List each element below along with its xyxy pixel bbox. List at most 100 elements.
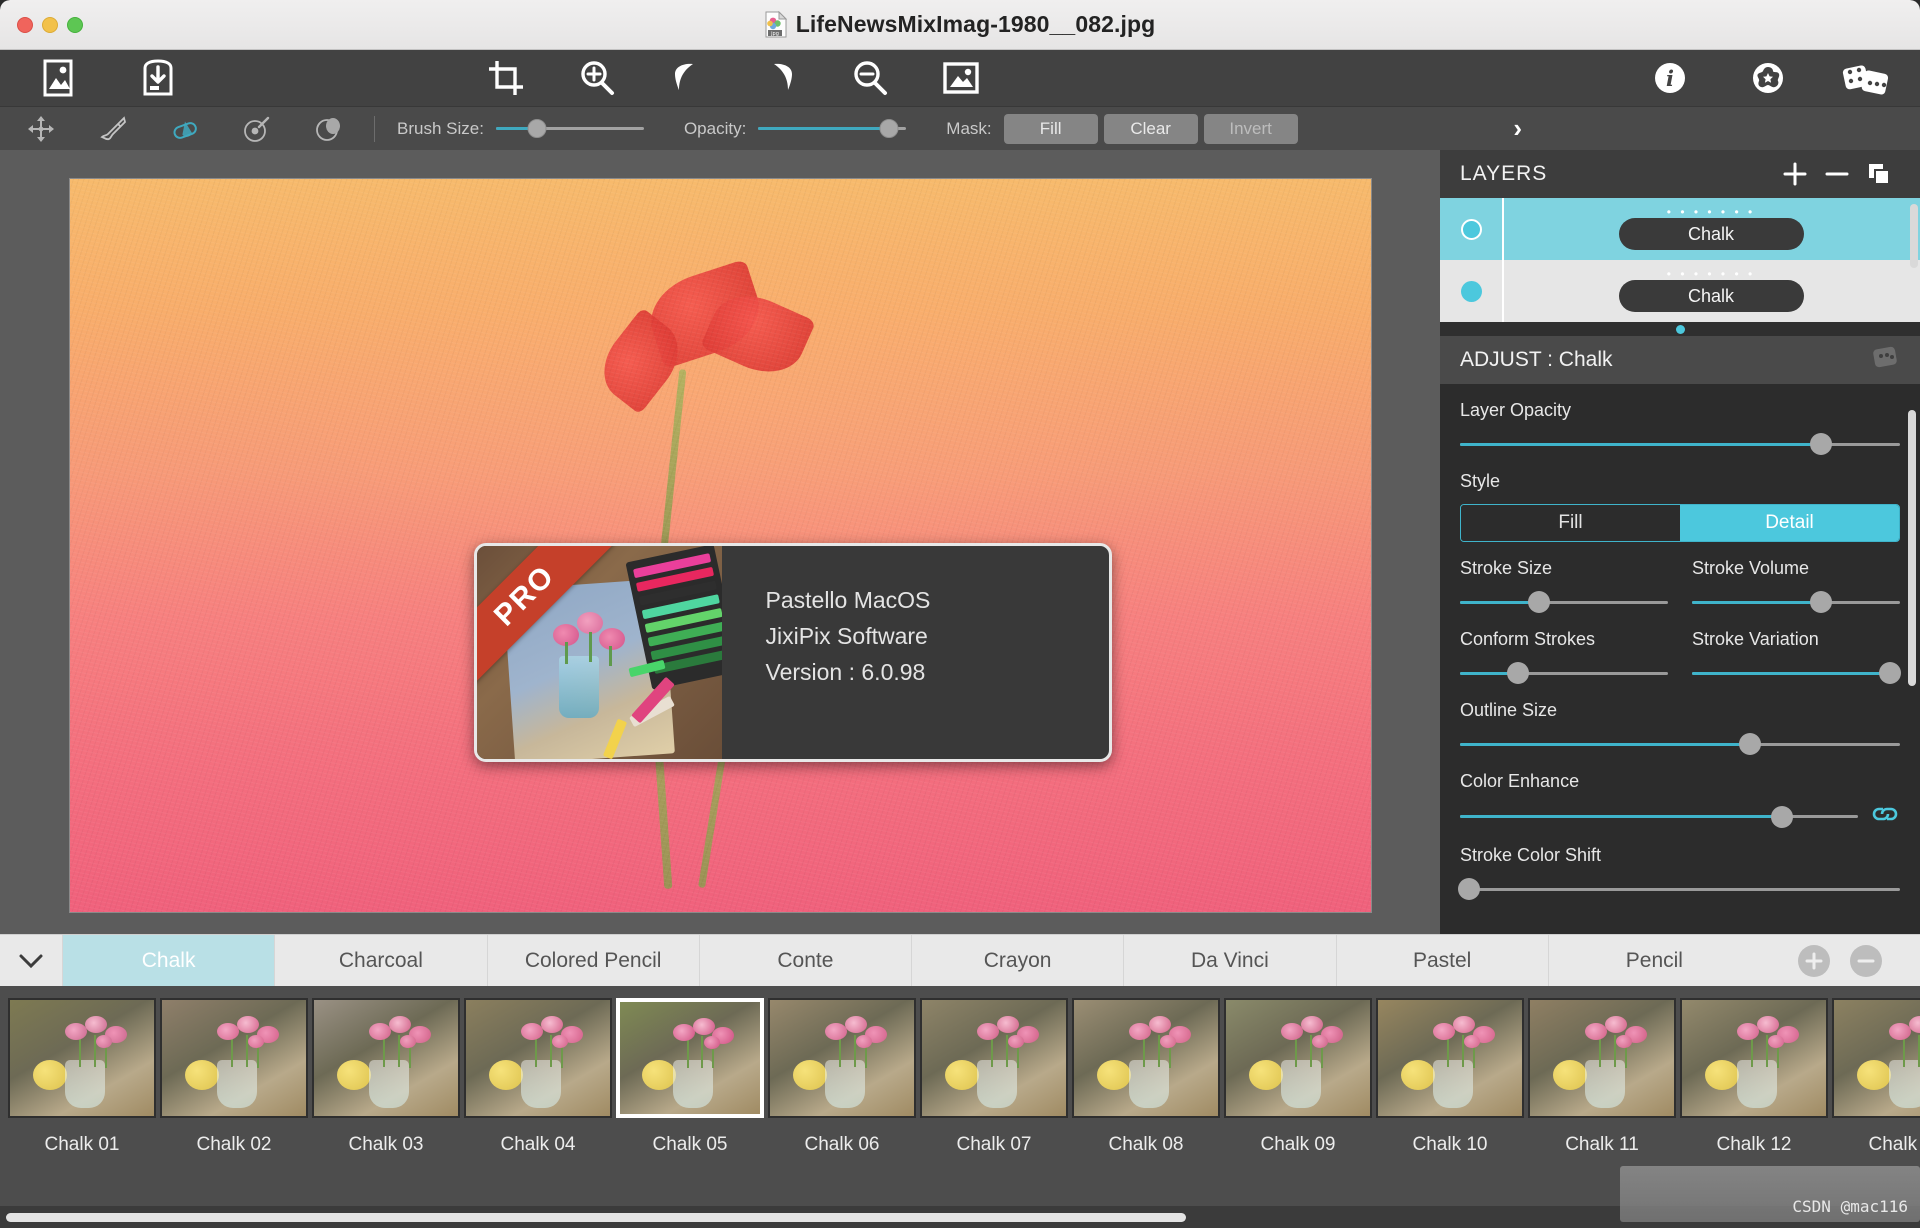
preset-thumbnail-strip[interactable]: Chalk 01 Chalk 02 Chalk 03 Chalk 04 Chalk 05… <box>0 986 1920 1206</box>
preset-thumbnail[interactable]: Chalk 09 <box>1224 998 1372 1156</box>
zoom-out-icon[interactable] <box>842 50 898 106</box>
stroke-color-shift-knob[interactable] <box>1457 878 1480 900</box>
preset-thumbnail[interactable]: Chalk 10 <box>1376 998 1524 1156</box>
preset-thumbnail-image[interactable] <box>768 998 916 1118</box>
move-tool[interactable] <box>18 107 64 151</box>
stroke-volume-slider[interactable] <box>1692 591 1900 613</box>
outline-size-slider[interactable] <box>1460 733 1900 755</box>
preset-thumbnail[interactable]: Chalk 11 <box>1528 998 1676 1156</box>
preset-thumbnail-image[interactable] <box>312 998 460 1118</box>
layers-list[interactable]: • • • • • • • Chalk • • • • • • • Chalk <box>1440 198 1920 322</box>
preset-thumbnail[interactable]: Chalk 02 <box>160 998 308 1156</box>
opacity-slider[interactable] <box>758 119 907 139</box>
stroke-size-slider[interactable] <box>1460 591 1668 613</box>
layer-opacity-slider[interactable] <box>1460 433 1900 455</box>
maximize-button[interactable] <box>67 16 83 33</box>
canvas-area[interactable]: PRO Pastello MacOS JixiPix Software Vers… <box>0 150 1440 934</box>
mask-fill-button[interactable]: Fill <box>1003 113 1098 144</box>
preset-thumbnail-image[interactable] <box>1224 998 1372 1118</box>
outline-size-knob[interactable] <box>1739 733 1762 755</box>
layer-row[interactable]: • • • • • • • Chalk <box>1440 198 1920 260</box>
preset-thumbnail-image[interactable] <box>1832 998 1920 1118</box>
adjust-scrollbar[interactable] <box>1908 410 1916 686</box>
open-image-icon[interactable] <box>30 50 86 106</box>
brush-tool[interactable] <box>90 107 136 151</box>
preset-thumbnail-image[interactable] <box>920 998 1068 1118</box>
tab-charcoal[interactable]: Charcoal <box>274 935 486 986</box>
adjust-randomize-dice-icon[interactable] <box>1870 344 1900 376</box>
layer-row[interactable]: • • • • • • • Chalk <box>1440 260 1920 322</box>
preset-thumbnail[interactable]: Chalk 05 <box>616 998 764 1156</box>
brush-size-knob[interactable] <box>527 119 547 138</box>
layers-pager[interactable] <box>1440 322 1920 336</box>
preset-thumbnail-image[interactable] <box>160 998 308 1118</box>
conform-strokes-knob[interactable] <box>1507 662 1530 684</box>
chevron-right-icon[interactable]: › <box>1513 113 1522 144</box>
add-preset-button[interactable] <box>1798 944 1830 977</box>
image-canvas[interactable]: PRO Pastello MacOS JixiPix Software Vers… <box>68 178 1372 913</box>
preset-thumbnail-image[interactable] <box>1072 998 1220 1118</box>
flower-settings-icon[interactable] <box>1740 50 1796 106</box>
style-option-detail[interactable]: Detail <box>1680 505 1899 541</box>
preset-thumbnail-image[interactable] <box>616 998 764 1118</box>
opacity-knob[interactable] <box>879 119 899 138</box>
eraser-tool[interactable] <box>162 107 208 151</box>
tab-colored-pencil[interactable]: Colored Pencil <box>486 935 699 986</box>
conform-strokes-slider[interactable] <box>1460 662 1668 684</box>
tab-chalk[interactable]: Chalk <box>62 935 275 986</box>
horizontal-scrollbar-track[interactable] <box>0 1206 1920 1228</box>
color-enhance-knob[interactable] <box>1771 805 1794 828</box>
preset-thumbnail[interactable]: Chalk 03 <box>312 998 460 1156</box>
minimize-button[interactable] <box>42 16 58 33</box>
brush-size-slider[interactable] <box>495 119 644 139</box>
preset-thumbnail[interactable]: Chalk 01 <box>8 998 156 1156</box>
stroke-color-shift-slider[interactable] <box>1457 878 1900 900</box>
blur-tool[interactable] <box>306 107 352 151</box>
preset-thumbnail-image[interactable] <box>464 998 612 1118</box>
duplicate-layer-button[interactable] <box>1858 150 1900 198</box>
preset-thumbnail[interactable]: Chalk 06 <box>768 998 916 1156</box>
tab-da-vinci[interactable]: Da Vinci <box>1123 935 1335 986</box>
color-enhance-slider[interactable] <box>1460 805 1858 828</box>
undo-icon[interactable] <box>660 50 716 106</box>
stroke-size-knob[interactable] <box>1528 591 1551 613</box>
redo-icon[interactable] <box>751 50 807 106</box>
style-option-fill[interactable]: Fill <box>1461 505 1680 541</box>
tab-conte[interactable]: Conte <box>698 935 911 986</box>
preset-thumbnail-image[interactable] <box>1680 998 1828 1118</box>
layer-name[interactable]: Chalk <box>1618 280 1804 312</box>
stroke-volume-knob[interactable] <box>1809 591 1832 613</box>
link-icon[interactable] <box>1870 804 1900 829</box>
layer-visibility-toggle[interactable] <box>1440 218 1502 240</box>
mask-clear-button[interactable]: Clear <box>1103 113 1198 144</box>
layer-visibility-toggle[interactable] <box>1440 280 1502 302</box>
preset-thumbnail[interactable]: Chalk 04 <box>464 998 612 1156</box>
preset-thumbnail[interactable]: Chalk 13 <box>1832 998 1920 1156</box>
drag-handle[interactable]: • • • • • • • <box>1667 206 1755 218</box>
smudge-tool[interactable] <box>234 107 280 151</box>
dice-icon[interactable] <box>1838 50 1894 106</box>
info-icon[interactable]: i <box>1642 50 1698 106</box>
tab-pencil[interactable]: Pencil <box>1547 935 1760 986</box>
tab-crayon[interactable]: Crayon <box>911 935 1123 986</box>
preset-thumbnail[interactable]: Chalk 08 <box>1072 998 1220 1156</box>
horizontal-scrollbar-thumb[interactable] <box>6 1212 1186 1222</box>
preset-thumbnail[interactable]: Chalk 07 <box>920 998 1068 1156</box>
chevron-down-icon[interactable] <box>0 935 62 986</box>
layer-opacity-knob[interactable] <box>1809 433 1832 455</box>
close-button[interactable] <box>17 16 33 33</box>
fit-image-icon[interactable] <box>933 50 989 106</box>
mask-invert-button[interactable]: Invert <box>1203 113 1298 144</box>
crop-icon[interactable] <box>478 50 534 106</box>
preset-thumbnail-image[interactable] <box>1528 998 1676 1118</box>
preset-thumbnail-image[interactable] <box>1376 998 1524 1118</box>
stroke-variation-slider[interactable] <box>1692 662 1901 684</box>
tab-pastel[interactable]: Pastel <box>1335 935 1548 986</box>
zoom-in-icon[interactable] <box>569 50 625 106</box>
preset-thumbnail-image[interactable] <box>8 998 156 1118</box>
layers-scrollbar[interactable] <box>1910 204 1918 268</box>
stroke-variation-knob[interactable] <box>1878 662 1901 684</box>
save-image-icon[interactable] <box>130 50 186 106</box>
layer-name[interactable]: Chalk <box>1618 218 1804 250</box>
remove-layer-button[interactable] <box>1816 150 1858 198</box>
